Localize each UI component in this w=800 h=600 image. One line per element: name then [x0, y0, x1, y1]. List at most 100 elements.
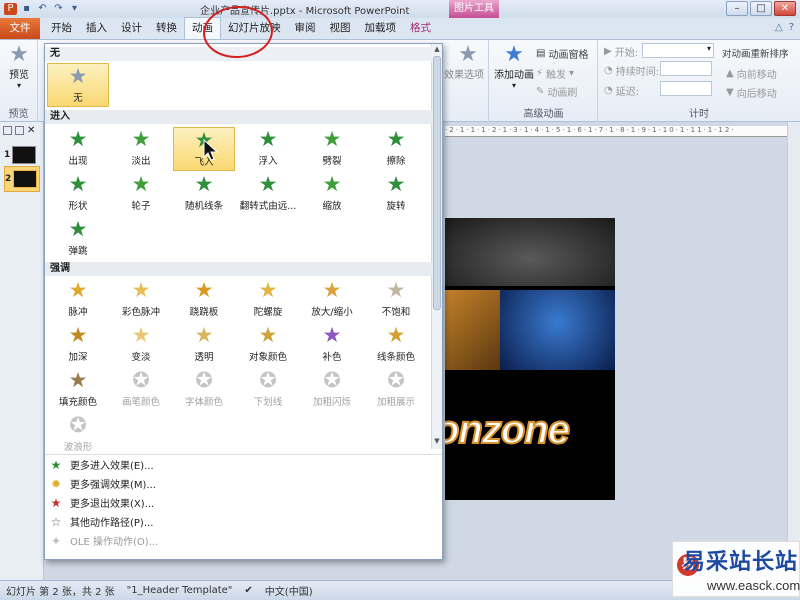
star-green-icon: ★: [386, 127, 406, 151]
start-select[interactable]: ▾: [642, 43, 714, 58]
close-icon[interactable]: ✕: [774, 1, 796, 16]
tab-view[interactable]: 视图: [323, 18, 358, 39]
delay-input[interactable]: [660, 81, 712, 96]
effect-entrance-11[interactable]: ★ 旋转: [365, 172, 427, 216]
effect-label: 无: [73, 93, 83, 104]
undo-icon[interactable]: ↶: [36, 3, 49, 15]
effect-label: 不饱和: [381, 307, 411, 318]
effect-emphasis-14[interactable]: ✪ 字体颜色: [173, 368, 235, 412]
title-bar: P ▪ ↶ ↷ ▾ 企业产品宣传片.pptx - Microsoft Power…: [0, 0, 800, 18]
tab-addins[interactable]: 加载项: [358, 18, 404, 39]
effect-emphasis-3[interactable]: ★ 陀螺旋: [237, 278, 299, 322]
gallery-scroll-thumb[interactable]: [433, 56, 441, 310]
slide-number: 1: [4, 150, 11, 160]
preview-label: 预览: [9, 70, 29, 81]
effect-emphasis-8[interactable]: ★ 透明: [173, 323, 235, 367]
animation-painter-button[interactable]: ✎ 动画刷: [536, 84, 577, 99]
effect-entrance-7[interactable]: ★ 轮子: [110, 172, 172, 216]
tab-file[interactable]: 文件: [0, 18, 40, 39]
language[interactable]: 中文(中国): [259, 583, 319, 598]
maximize-icon[interactable]: □: [750, 1, 772, 16]
slide-thumbnail-2[interactable]: 2: [4, 166, 40, 192]
close-icon[interactable]: ✕: [27, 125, 35, 136]
effect-emphasis-2[interactable]: ★ 跷跷板: [173, 278, 235, 322]
outline-tab-icon[interactable]: [15, 125, 24, 135]
minimize-icon[interactable]: –: [726, 1, 748, 16]
effect-label: 跷跷板: [189, 307, 219, 318]
trigger-icon: ⚡: [536, 68, 544, 79]
trigger-button[interactable]: ⚡ 触发 ▾: [536, 66, 574, 81]
tab-format[interactable]: 格式: [403, 18, 438, 39]
effect-entrance-1[interactable]: ★ 淡出: [110, 127, 172, 171]
effect-emphasis-9[interactable]: ★ 对象颜色: [237, 323, 299, 367]
slides-tab-icon[interactable]: [3, 125, 12, 135]
effect-emphasis-18[interactable]: ✪ 波浪形: [47, 413, 109, 457]
effect-emphasis-15[interactable]: ✪ 下划线: [237, 368, 299, 412]
effect-entrance-12[interactable]: ★ 弹跳: [47, 217, 109, 261]
effect-emphasis-4[interactable]: ★ 放大/缩小: [301, 278, 363, 322]
ole-action-verbs[interactable]: ✦ OLE 操作动作(O)...: [45, 531, 442, 550]
move-later-button[interactable]: ▼ 向后移动: [726, 85, 777, 100]
slide-editor: ·2·1·1·1·2·1·3·1·4·1·5·1·6·1·7·1·8·1·9·1…: [445, 122, 800, 580]
tab-home[interactable]: 开始: [44, 18, 79, 39]
effect-entrance-4[interactable]: ★ 劈裂: [301, 127, 363, 171]
help-icon[interactable]: ?: [789, 22, 794, 33]
effect-emphasis-0[interactable]: ★ 脉冲: [47, 278, 109, 322]
star-gold-icon: ★: [68, 368, 88, 392]
star-icon: ★: [9, 42, 29, 67]
chevron-down-icon: ▾: [16, 81, 21, 90]
tab-design[interactable]: 设计: [114, 18, 149, 39]
effect-emphasis-16[interactable]: ✪ 加粗闪烁: [301, 368, 363, 412]
editor-scrollbar[interactable]: [787, 122, 800, 580]
effect-emphasis-17[interactable]: ✪ 加粗展示: [365, 368, 427, 412]
scroll-up-icon[interactable]: ▲: [432, 45, 442, 55]
tab-transitions[interactable]: 转换: [149, 18, 184, 39]
star-gold-icon: ★: [258, 323, 278, 347]
collapse-ribbon-icon[interactable]: △: [775, 22, 783, 33]
gallery-scrollbar[interactable]: ▲ ▼: [431, 44, 442, 449]
save-icon[interactable]: ▪: [20, 3, 33, 15]
star-green-icon: ★: [68, 127, 88, 151]
effect-options-button[interactable]: ★ 效果选项: [444, 44, 485, 82]
more-exit-effects[interactable]: ★ 更多退出效果(X)...: [45, 493, 442, 512]
effect-label: 透明: [194, 352, 214, 363]
preview-button[interactable]: ★ 预览 ▾: [6, 42, 32, 91]
move-earlier-button[interactable]: ▲ 向前移动: [726, 66, 777, 81]
effect-entrance-3[interactable]: ★ 浮入: [237, 127, 299, 171]
effect-entrance-9[interactable]: ★ 翻转式由远...: [237, 172, 299, 216]
effect-entrance-10[interactable]: ★ 缩放: [301, 172, 363, 216]
scroll-down-icon[interactable]: ▼: [432, 437, 442, 447]
effect-emphasis-6[interactable]: ★ 加深: [47, 323, 109, 367]
effect-entrance-5[interactable]: ★ 擦除: [365, 127, 427, 171]
slide-panel: ✕ 1 2: [0, 122, 44, 580]
chevron-down-icon: ▾: [706, 44, 711, 53]
effect-emphasis-7[interactable]: ★ 变淡: [110, 323, 172, 367]
effect-emphasis-10[interactable]: ★ 补色: [301, 323, 363, 367]
redo-icon[interactable]: ↷: [52, 3, 65, 15]
effect-entrance-6[interactable]: ★ 形状: [47, 172, 109, 216]
effect-emphasis-1[interactable]: ★ 彩色脉冲: [110, 278, 172, 322]
slide-thumbnail-image: [12, 146, 36, 164]
effect-emphasis-11[interactable]: ★ 线条颜色: [365, 323, 427, 367]
tab-review[interactable]: 审阅: [288, 18, 323, 39]
picture-tools-label: 图片工具: [449, 0, 499, 18]
tab-insert[interactable]: 插入: [79, 18, 114, 39]
effect-none[interactable]: ★ 无: [47, 63, 109, 107]
other-motion-paths[interactable]: ☆ 其他动作路径(P)...: [45, 512, 442, 531]
effect-entrance-8[interactable]: ★ 随机线条: [173, 172, 235, 216]
effect-entrance-0[interactable]: ★ 出现: [47, 127, 109, 171]
slide-canvas[interactable]: onzone: [445, 218, 615, 500]
animation-pane-button[interactable]: ▤ 动画窗格: [536, 46, 588, 61]
effect-emphasis-13[interactable]: ✪ 画笔颜色: [110, 368, 172, 412]
customize-icon[interactable]: ▾: [68, 3, 81, 15]
duration-input[interactable]: [660, 61, 712, 76]
more-emphasis-effects[interactable]: ✹ 更多强调效果(M)...: [45, 474, 442, 493]
spellcheck-icon[interactable]: ✔: [238, 585, 258, 596]
window-controls: – □ ✕: [726, 1, 796, 16]
effect-emphasis-5[interactable]: ★ 不饱和: [365, 278, 427, 322]
more-entrance-effects[interactable]: ★ 更多进入效果(E)...: [45, 455, 442, 474]
slide-thumbnail-1[interactable]: 1: [4, 142, 40, 168]
app-icon[interactable]: P: [4, 3, 17, 15]
add-animation-button[interactable]: ★ 添加动画 ▾: [492, 44, 536, 91]
effect-emphasis-12[interactable]: ★ 填充颜色: [47, 368, 109, 412]
